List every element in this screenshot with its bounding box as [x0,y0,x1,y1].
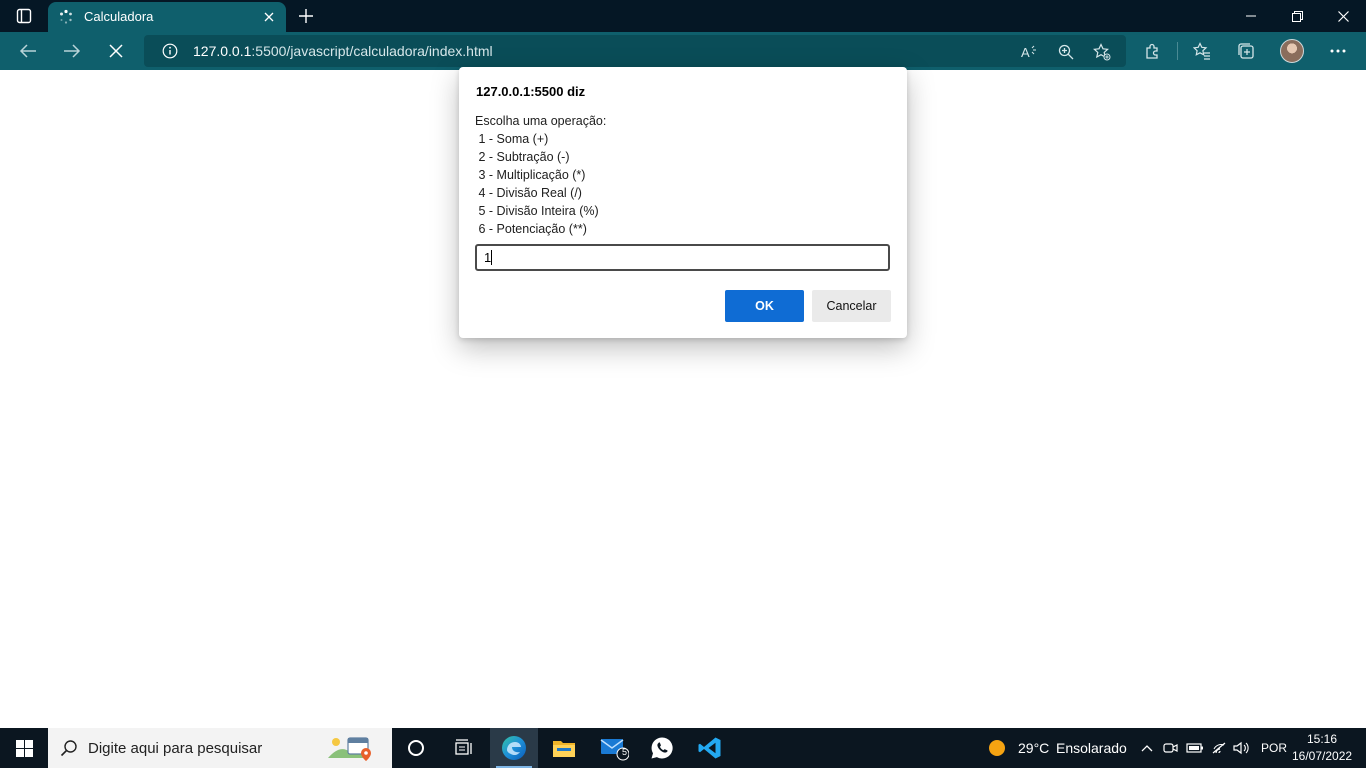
message-line: 6 - Potenciação (**) [475,222,587,236]
weather-sun-icon[interactable] [988,739,1006,757]
url-path: :5500/javascript/calculadora/index.html [251,43,493,59]
minimize-icon[interactable] [1228,0,1274,32]
clock-date: 16/07/2022 [1292,749,1353,763]
close-window-icon[interactable] [1320,0,1366,32]
url-text: 127.0.0.1:5500/javascript/calculadora/in… [193,43,493,59]
tab-close-icon[interactable] [260,8,278,26]
loading-spinner-icon [60,9,72,24]
windows-start-icon[interactable] [0,728,48,768]
vscode-icon[interactable] [686,728,734,768]
weather-temperature[interactable]: 29°C [1018,740,1049,756]
meet-now-icon[interactable] [1162,739,1180,757]
back-arrow-icon[interactable] [14,38,42,64]
svg-text:A: A [1021,45,1030,60]
url-host: 127.0.0.1 [193,43,252,59]
cancel-button[interactable]: Cancelar [812,290,891,322]
task-view-icon[interactable] [440,728,488,768]
tab-title: Calculadora [84,9,154,24]
taskbar-search-box[interactable]: Digite aqui para pesquisar [48,728,392,768]
browser-toolbar: 127.0.0.1:5500/javascript/calculadora/in… [0,32,1366,70]
text-caret [491,250,492,265]
zoom-icon[interactable] [1055,41,1077,63]
chevron-up-icon[interactable] [1138,739,1156,757]
more-menu-icon[interactable] [1325,38,1351,64]
clock-time: 15:16 [1306,732,1338,746]
stop-loading-icon[interactable] [102,38,130,64]
mail-icon[interactable]: 5 [590,728,638,768]
read-aloud-icon[interactable]: A [1019,41,1041,63]
search-placeholder: Digite aqui para pesquisar [88,740,263,757]
favorites-icon[interactable] [1189,38,1215,64]
mail-badge: 5 [622,747,628,757]
whatsapp-icon[interactable] [638,728,686,768]
new-tab-icon[interactable] [294,4,318,28]
extensions-icon[interactable] [1140,38,1166,64]
message-line: 5 - Divisão Inteira (%) [475,204,599,218]
prompt-input[interactable]: 1 [475,244,890,271]
message-line: 4 - Divisão Real (/) [475,186,582,200]
browser-titlebar: Calculadora [0,0,1366,32]
address-bar[interactable]: 127.0.0.1:5500/javascript/calculadora/in… [144,35,1126,67]
toolbar-separator [1177,42,1178,60]
tab-actions-icon[interactable] [10,4,38,28]
volume-icon[interactable] [1233,739,1251,757]
profile-avatar[interactable] [1280,39,1304,63]
collections-icon[interactable] [1233,38,1259,64]
search-icon [60,740,77,757]
restore-icon[interactable] [1274,0,1320,32]
ok-button[interactable]: OK [725,290,804,322]
weather-description[interactable]: Ensolarado [1056,740,1127,756]
taskbar: Digite aqui para pesquisar 5 29°C Ensola… [0,728,1366,768]
prompt-dialog: 127.0.0.1:5500 diz Escolha uma operação:… [459,67,907,338]
search-highlight-icon [328,737,371,761]
cortana-icon[interactable] [392,728,440,768]
add-favorite-icon[interactable] [1091,41,1113,63]
message-line: 1 - Soma (+) [475,132,549,146]
battery-icon[interactable] [1186,739,1204,757]
file-explorer-icon[interactable] [540,728,588,768]
message-line: Escolha uma operação: [475,114,607,128]
dialog-message: Escolha uma operação: 1 - Soma (+) 2 - S… [475,112,606,238]
dialog-heading: 127.0.0.1:5500 diz [476,84,586,99]
message-line: 3 - Multiplicação (*) [475,168,586,182]
message-line: 2 - Subtração (-) [475,150,570,164]
edge-taskbar-icon[interactable] [490,728,538,768]
input-language[interactable]: POR [1261,741,1287,755]
site-info-icon[interactable] [162,43,178,59]
system-clock[interactable]: 15:16 16/07/2022 [1292,731,1352,765]
wifi-icon[interactable] [1210,739,1228,757]
forward-arrow-icon[interactable] [58,38,86,64]
tab-calculadora[interactable]: Calculadora [48,2,286,32]
